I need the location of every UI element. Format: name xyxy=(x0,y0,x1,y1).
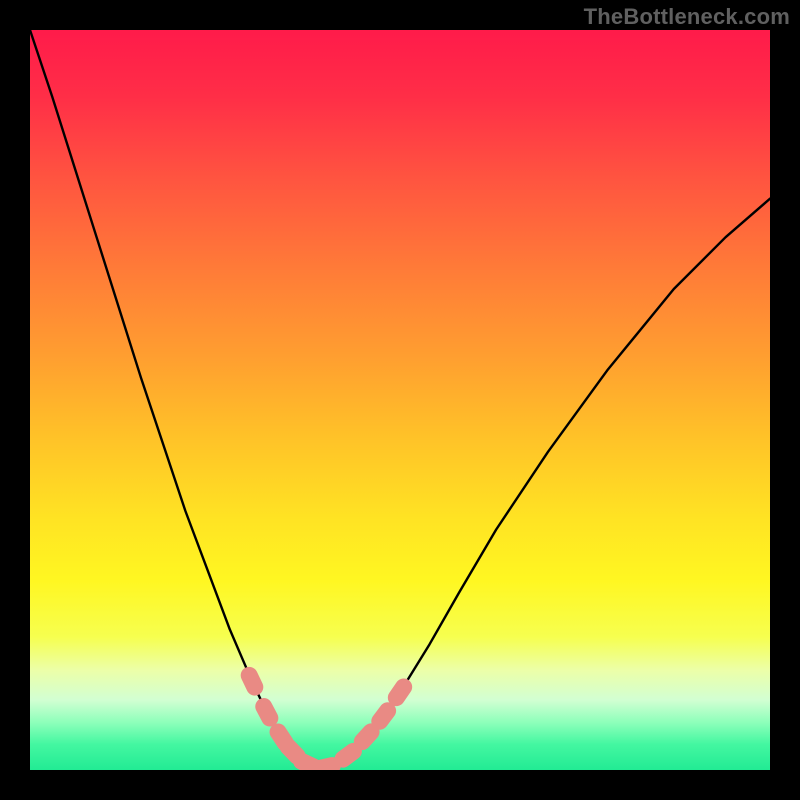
watermark-text: TheBottleneck.com xyxy=(584,4,790,30)
plot-area xyxy=(30,30,770,770)
outer-frame: TheBottleneck.com xyxy=(0,0,800,800)
chart-svg xyxy=(30,30,770,770)
gradient-background xyxy=(30,30,770,770)
